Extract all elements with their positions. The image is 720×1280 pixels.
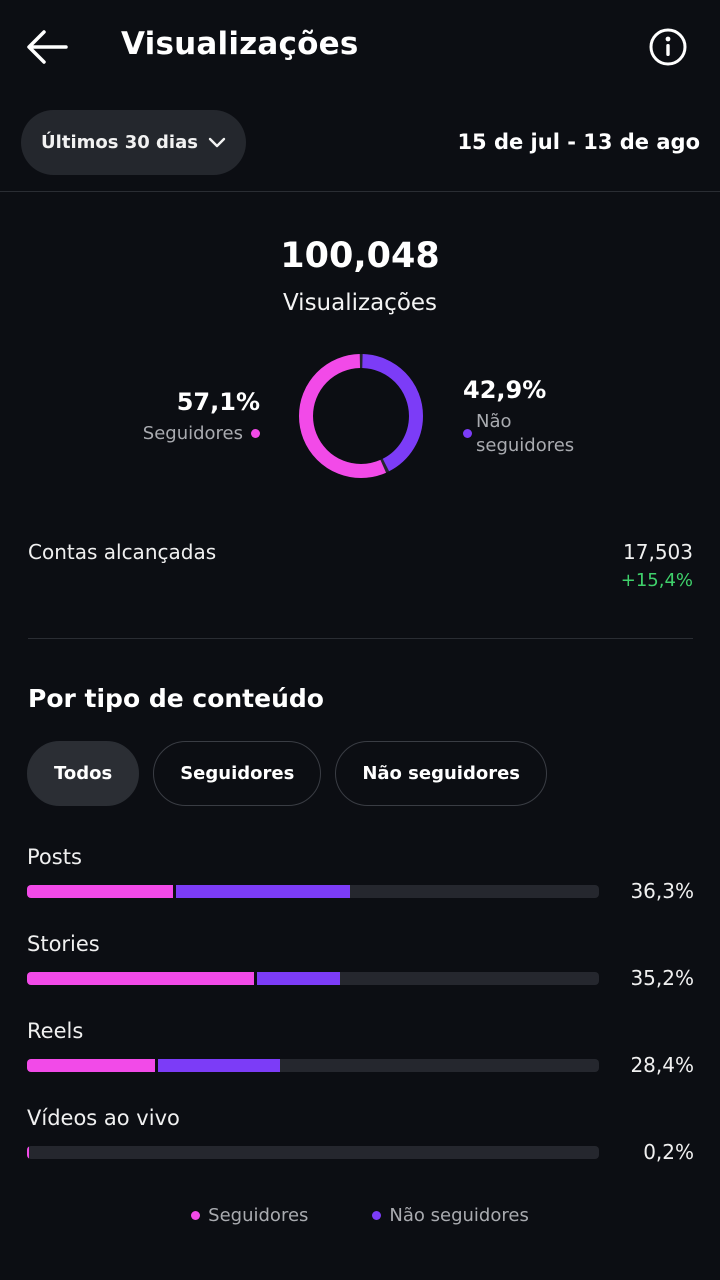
followers-dot-icon <box>191 1211 201 1220</box>
period-label: Últimos 30 dias <box>41 132 198 153</box>
reached-accounts-value: 17,503 <box>623 540 693 564</box>
bar-segment-non-followers <box>257 972 341 985</box>
row-bar <box>27 1146 599 1159</box>
followers-percentage: 57,1% <box>176 388 260 416</box>
total-views-value: 100,048 <box>280 236 440 276</box>
header: Visualizações <box>0 0 720 96</box>
non-followers-dot-icon <box>463 429 472 438</box>
tab-followers[interactable]: Seguidores <box>153 741 322 806</box>
bar-segment-non-followers <box>157 1059 281 1072</box>
bar-segment-followers <box>27 972 255 985</box>
non-followers-label: Não seguidores <box>476 411 575 456</box>
row-bar <box>27 885 599 898</box>
followers-legend: Seguidores <box>143 423 260 444</box>
arrow-left-icon <box>27 30 68 64</box>
bar-segment-followers <box>27 1146 29 1159</box>
row-percentage: 0,2% <box>643 1140 694 1164</box>
chart-legend: Seguidores Não seguidores <box>0 1205 720 1226</box>
row-bar <box>27 1059 599 1072</box>
divider <box>0 191 720 192</box>
legend-followers: Seguidores <box>191 1205 308 1226</box>
row-label: Stories <box>27 932 100 956</box>
followers-label: Seguidores <box>142 423 243 444</box>
row-bar <box>27 972 599 985</box>
legend-non-followers: Não seguidores <box>372 1205 529 1226</box>
row-label: Vídeos ao vivo <box>27 1106 180 1130</box>
views-donut-chart <box>299 354 423 478</box>
chevron-down-icon <box>208 137 226 147</box>
content-type-title: Por tipo de conteúdo <box>28 684 324 713</box>
tab-non-followers[interactable]: Não seguidores <box>335 741 547 806</box>
content-row-live-videos: Vídeos ao vivo 0,2% <box>27 1104 694 1191</box>
audience-filter-tabs: Todos Seguidores Não seguidores <box>27 741 547 806</box>
info-button[interactable] <box>646 25 690 69</box>
row-percentage: 36,3% <box>630 879 694 903</box>
period-dropdown[interactable]: Últimos 30 dias <box>21 110 246 175</box>
non-followers-legend: Não seguidores <box>463 410 606 458</box>
row-label: Reels <box>27 1019 84 1043</box>
row-percentage: 28,4% <box>630 1053 694 1077</box>
info-icon <box>649 28 687 66</box>
row-percentage: 35,2% <box>630 966 694 990</box>
bar-segment-non-followers <box>176 885 350 898</box>
page-title: Visualizações <box>121 26 359 62</box>
non-followers-dot-icon <box>372 1211 382 1220</box>
content-row-reels: Reels 28,4% <box>27 1017 694 1104</box>
content-row-stories: Stories 35,2% <box>27 930 694 1017</box>
bar-segment-followers <box>27 885 174 898</box>
followers-dot-icon <box>251 429 260 438</box>
bar-segment-followers <box>27 1059 155 1072</box>
content-type-list: Posts 36,3% Stories 35,2% Reels 28,4% Ví… <box>27 843 694 1191</box>
date-range: 15 de jul - 13 de ago <box>457 130 700 154</box>
divider <box>28 638 693 639</box>
reached-accounts-label: Contas alcançadas <box>28 540 217 564</box>
back-button[interactable] <box>24 26 70 68</box>
reached-accounts-change: +15,4% <box>620 570 693 591</box>
row-label: Posts <box>27 845 82 869</box>
non-followers-percentage: 42,9% <box>463 376 547 404</box>
tab-all[interactable]: Todos <box>27 741 140 806</box>
content-row-posts: Posts 36,3% <box>27 843 694 930</box>
insights-page: Visualizações Últimos 30 dias 15 de jul … <box>0 0 720 1280</box>
total-views-label: Visualizações <box>282 290 438 316</box>
